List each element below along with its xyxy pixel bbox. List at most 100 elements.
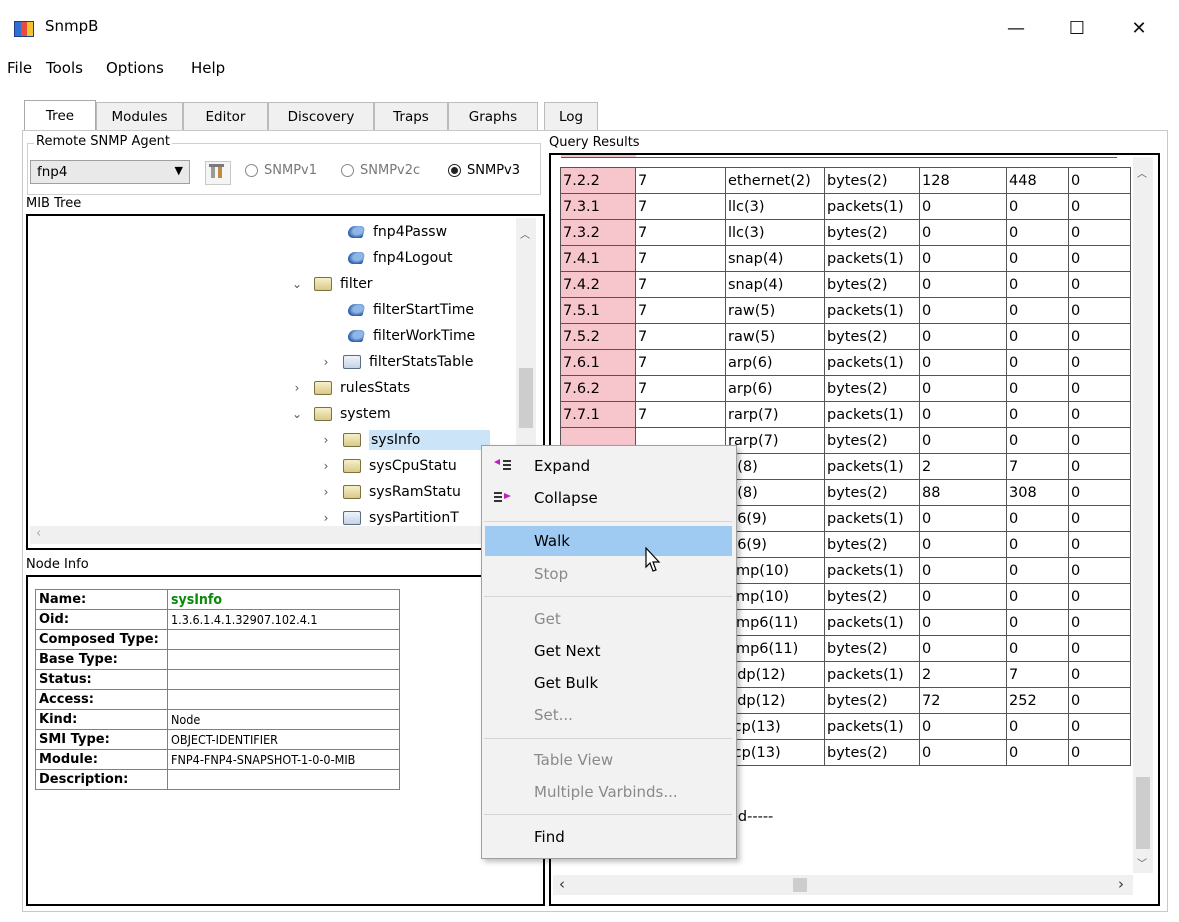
result-cell: 0 bbox=[1068, 323, 1131, 350]
results-hscroll-thumb[interactable] bbox=[793, 878, 807, 892]
chevron-right-icon[interactable]: › bbox=[319, 485, 333, 499]
tab-discovery[interactable]: Discovery bbox=[268, 102, 374, 130]
menu-separator bbox=[484, 814, 732, 815]
tree-scroll-thumb[interactable] bbox=[519, 368, 533, 428]
tree-node[interactable]: ⌄ filter bbox=[290, 272, 373, 296]
table-row[interactable]: 7.6.1 7 arp(6) packets(1) 0 0 0 bbox=[560, 349, 1131, 376]
chevron-down-icon[interactable]: ⌄ bbox=[290, 407, 304, 421]
result-cell: packets(1) bbox=[824, 609, 920, 636]
tab-modules[interactable]: Modules bbox=[96, 102, 183, 130]
menu-item-set[interactable]: Set... bbox=[482, 700, 734, 730]
table-row[interactable]: 7.2.2 7 ethernet(2) bytes(2) 128 448 0 bbox=[560, 167, 1131, 194]
result-cell: 0 bbox=[1068, 427, 1131, 454]
menu-item-expand[interactable]: Expand bbox=[482, 451, 734, 481]
result-cell: 308 bbox=[1006, 479, 1069, 506]
scroll-right-icon[interactable]: › bbox=[1118, 875, 1124, 893]
node-info-value bbox=[167, 629, 400, 650]
node-info-value: Node bbox=[167, 709, 400, 730]
chevron-right-icon[interactable]: › bbox=[319, 511, 333, 525]
table-row[interactable]: 7.3.2 7 llc(3) bytes(2) 0 0 0 bbox=[560, 219, 1131, 246]
radio-snmpv3[interactable]: SNMPv3 bbox=[448, 163, 520, 178]
menu-item-table-view[interactable]: Table View bbox=[482, 745, 734, 775]
table-row[interactable]: 7.5.1 7 raw(5) packets(1) 0 0 0 bbox=[560, 297, 1131, 324]
menu-item-get-next[interactable]: Get Next bbox=[482, 636, 734, 666]
result-cell: 0 bbox=[1068, 193, 1131, 220]
node-info-key: Module: bbox=[35, 749, 168, 770]
close-button[interactable]: ✕ bbox=[1116, 8, 1162, 48]
scroll-up-icon[interactable]: ︿ bbox=[1137, 165, 1147, 180]
menu-tools[interactable]: Tools bbox=[46, 59, 83, 77]
tree-node[interactable]: filterWorkTime bbox=[346, 324, 475, 348]
agent-select[interactable]: fnp4 ▼ bbox=[30, 160, 190, 184]
tree-node-label: fnp4Logout bbox=[373, 250, 453, 266]
minimize-button[interactable]: — bbox=[993, 8, 1039, 48]
agent-settings-button[interactable] bbox=[205, 161, 231, 185]
tree-horizontal-scrollbar[interactable]: ‹ bbox=[30, 526, 517, 544]
table-row[interactable]: 7.4.1 7 snap(4) packets(1) 0 0 0 bbox=[560, 245, 1131, 272]
result-cell: 0 bbox=[1006, 323, 1069, 350]
results-vertical-scrollbar[interactable]: ︿ ﹀ bbox=[1133, 157, 1153, 873]
scroll-down-icon[interactable]: ﹀ bbox=[1137, 855, 1147, 870]
result-cell: bytes(2) bbox=[824, 375, 920, 402]
result-cell: 0 bbox=[1006, 193, 1069, 220]
menu-file[interactable]: File bbox=[7, 59, 32, 77]
chevron-right-icon[interactable]: › bbox=[319, 433, 333, 447]
table-row[interactable]: 7.4.2 7 snap(4) bytes(2) 0 0 0 bbox=[560, 271, 1131, 298]
menu-item-stop[interactable]: Stop bbox=[482, 559, 734, 589]
result-cell: bytes(2) bbox=[824, 271, 920, 298]
tree-node[interactable]: › sysCpuStatu bbox=[319, 454, 457, 478]
snmpb-app-icon bbox=[14, 21, 34, 37]
maximize-button[interactable]: ☐ bbox=[1054, 8, 1100, 48]
result-cell: 0 bbox=[1068, 557, 1131, 584]
node-info-row: Base Type: bbox=[35, 649, 400, 670]
menu-item-get-bulk[interactable]: Get Bulk bbox=[482, 668, 734, 698]
mib-tree-panel: fnp4Passw fnp4Logout ⌄ filter filterStartTim… bbox=[26, 214, 545, 550]
node-info-row: Kind: Node bbox=[35, 709, 400, 730]
node-info-value: 1.3.6.1.4.1.32907.102.4.1 bbox=[167, 609, 400, 630]
table-row[interactable]: 7.3.1 7 llc(3) packets(1) 0 0 0 bbox=[560, 193, 1131, 220]
menu-separator bbox=[484, 521, 732, 522]
menu-item-walk[interactable]: Walk bbox=[485, 526, 732, 556]
result-cell: bytes(2) bbox=[824, 167, 920, 194]
tab-tree[interactable]: Tree bbox=[24, 100, 96, 130]
scroll-up-icon[interactable]: ︿ bbox=[520, 226, 530, 241]
table-row[interactable]: 7.6.2 7 arp(6) bytes(2) 0 0 0 bbox=[560, 375, 1131, 402]
tab-editor[interactable]: Editor bbox=[183, 102, 268, 130]
tree-node[interactable]: › sysInfo bbox=[319, 428, 491, 452]
radio-snmpv1[interactable]: SNMPv1 bbox=[245, 163, 317, 178]
radio-snmpv2c[interactable]: SNMPv2c bbox=[341, 163, 420, 178]
menu-help[interactable]: Help bbox=[191, 59, 225, 77]
menu-item-collapse[interactable]: Collapse bbox=[482, 483, 734, 513]
results-horizontal-scrollbar[interactable]: ‹ › bbox=[553, 875, 1133, 895]
folder-icon bbox=[314, 381, 332, 395]
tab-log[interactable]: Log bbox=[544, 102, 598, 130]
tree-node[interactable]: fnp4Logout bbox=[346, 246, 453, 270]
tree-node[interactable]: fnp4Passw bbox=[346, 220, 447, 244]
chevron-right-icon[interactable]: › bbox=[319, 355, 333, 369]
chevron-down-icon[interactable]: ⌄ bbox=[290, 277, 304, 291]
result-cell: rarp(7) bbox=[725, 401, 825, 428]
result-cell: 0 bbox=[1068, 583, 1131, 610]
result-cell: arp(6) bbox=[725, 375, 825, 402]
tab-graphs[interactable]: Graphs bbox=[448, 102, 538, 130]
scroll-left-icon[interactable]: ‹ bbox=[559, 875, 565, 893]
table-row[interactable]: 7.5.2 7 raw(5) bytes(2) 0 0 0 bbox=[560, 323, 1131, 350]
tree-node[interactable]: ⌄ system bbox=[290, 402, 391, 426]
chevron-right-icon[interactable]: › bbox=[290, 381, 304, 395]
tab-traps[interactable]: Traps bbox=[374, 102, 448, 130]
tree-node[interactable]: › filterStatsTable bbox=[319, 350, 474, 374]
menu-item-multiple-varbinds[interactable]: Multiple Varbinds... bbox=[482, 777, 734, 807]
results-scroll-thumb[interactable] bbox=[1136, 777, 1150, 849]
result-cell: 7 bbox=[635, 401, 726, 428]
menu-item-get[interactable]: Get bbox=[482, 604, 734, 634]
result-cell: 0 bbox=[919, 193, 1007, 220]
menu-item-find[interactable]: Find bbox=[482, 822, 734, 852]
tree-node[interactable]: › rulesStats bbox=[290, 376, 411, 400]
table-row[interactable]: 7.7.1 7 rarp(7) packets(1) 0 0 0 bbox=[560, 401, 1131, 428]
tree-node[interactable]: filterStartTime bbox=[346, 298, 474, 322]
chevron-right-icon[interactable]: › bbox=[319, 459, 333, 473]
node-info-value bbox=[167, 689, 400, 710]
tree-node[interactable]: › sysRamStatu bbox=[319, 480, 461, 504]
scroll-left-icon[interactable]: ‹ bbox=[36, 526, 41, 541]
menu-options[interactable]: Options bbox=[106, 59, 164, 77]
